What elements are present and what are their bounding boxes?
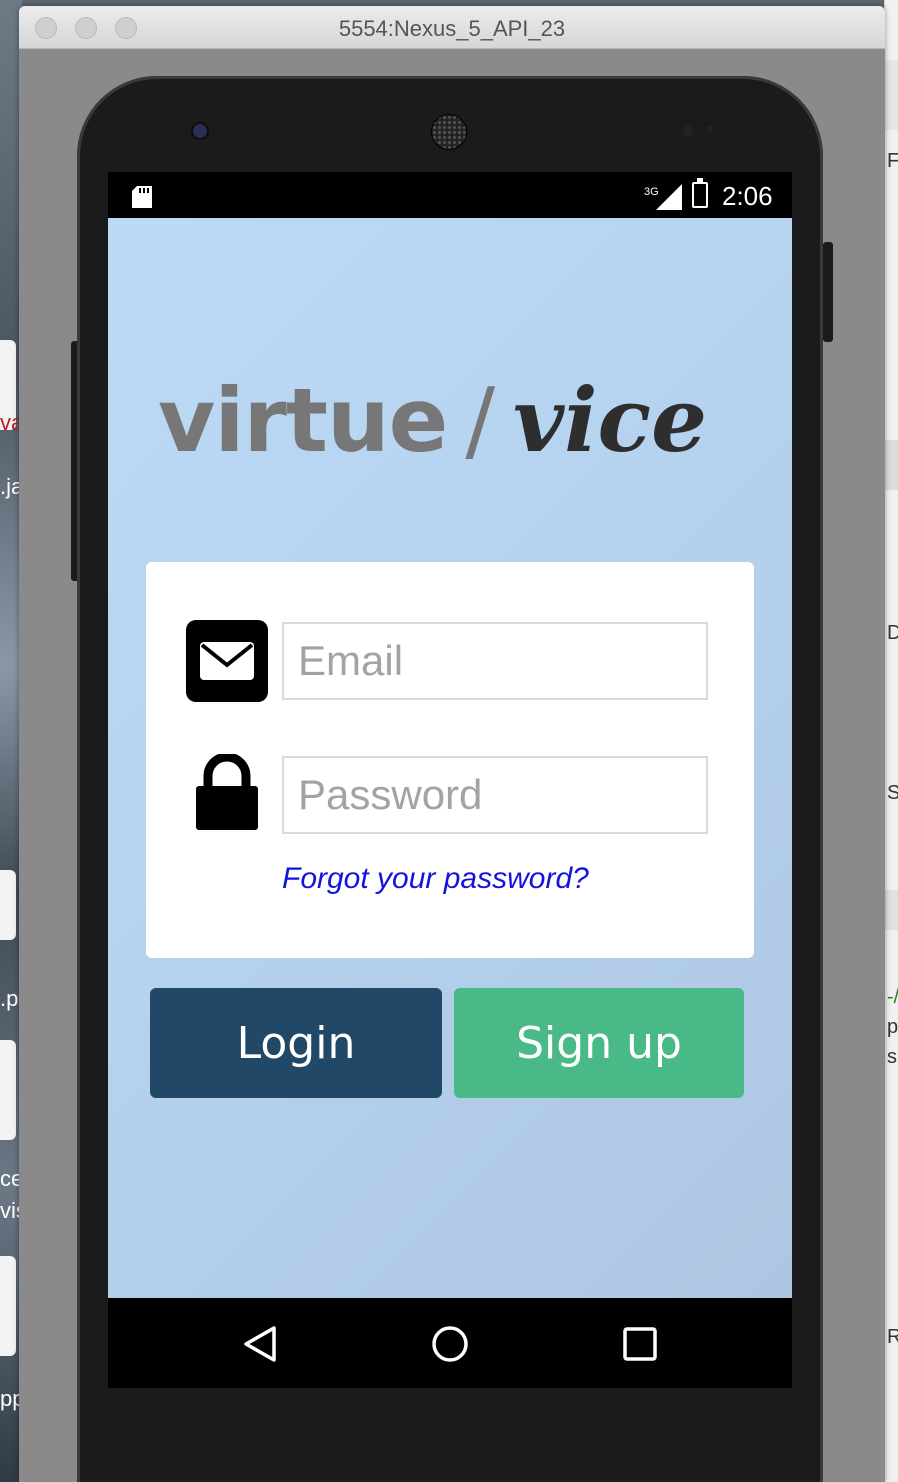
forgot-password-link[interactable]: Forgot your password? [282, 862, 589, 896]
logo-slash-text: / [465, 369, 495, 472]
email-field[interactable] [282, 622, 708, 700]
background-window-text: S [887, 782, 898, 805]
background-window-right: F D S -/ pe s , Ru [884, 0, 898, 1482]
background-window-text: pe [887, 1016, 898, 1038]
background-window-text: s , [887, 1046, 898, 1068]
login-screen: virtue/vice Forgot your password? Login … [108, 218, 792, 1298]
earpiece-speaker-icon [431, 114, 467, 150]
desktop-file-icon[interactable] [0, 1040, 16, 1140]
status-time: 2:06 [722, 181, 773, 211]
recents-icon[interactable] [620, 1324, 660, 1364]
background-window-text: -/ [887, 986, 898, 1008]
signal-3g-icon: 3G [644, 184, 682, 210]
phone-screen: 3G 2:06 virtue / vice Email Forgot your … [108, 172, 792, 1388]
power-button[interactable] [823, 242, 833, 342]
desktop-file-icon[interactable] [0, 1256, 16, 1356]
background-window-text: F [887, 150, 898, 172]
app-logo: virtue / vice [158, 368, 707, 472]
desktop-file-icon[interactable] [0, 870, 16, 940]
window-titlebar[interactable]: 5554:Nexus_5_API_23 [19, 6, 885, 49]
login-card: Forgot your password? [146, 562, 754, 958]
light-sensor-icon [707, 126, 713, 132]
login-button[interactable]: Login [150, 988, 442, 1098]
battery-icon [692, 178, 708, 208]
emulator-window: 5554:Nexus_5_API_23 3G 2:06 virtue / vic… [19, 6, 885, 1482]
logo-virtue-text: virtue [158, 369, 448, 472]
front-camera-icon [191, 122, 209, 140]
envelope-icon [186, 620, 268, 702]
sd-card-icon [132, 186, 152, 208]
password-field[interactable] [282, 756, 708, 834]
navigation-bar [108, 1298, 792, 1388]
home-icon[interactable] [430, 1324, 470, 1364]
back-icon[interactable] [240, 1324, 280, 1364]
proximity-sensor-icon [683, 126, 693, 136]
window-title: 5554:Nexus_5_API_23 [338, 16, 566, 41]
background-window-text: D [887, 622, 898, 645]
status-bar: 3G 2:06 [108, 172, 792, 218]
network-type: 3G [644, 186, 659, 198]
signup-button[interactable]: Sign up [454, 988, 744, 1098]
background-window-text: Ru [887, 1326, 898, 1349]
lock-icon [196, 754, 258, 830]
logo-vice-text: vice [512, 368, 708, 472]
